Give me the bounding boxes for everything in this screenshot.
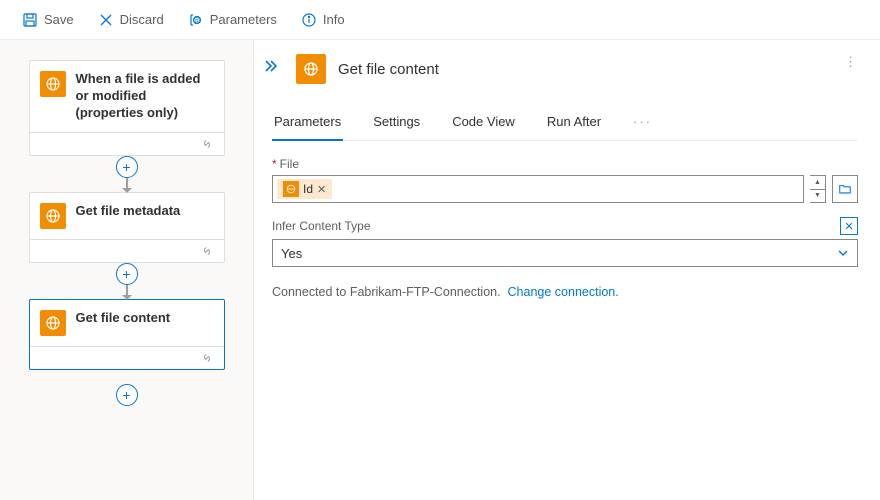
select-value: Yes xyxy=(281,246,302,261)
tab-more-button[interactable]: ··· xyxy=(631,108,654,140)
tab-settings[interactable]: Settings xyxy=(371,108,422,140)
discard-button[interactable]: Discard xyxy=(88,6,174,34)
infer-label: Infer Content Type ✕ xyxy=(272,217,858,235)
action-card-content[interactable]: Get file content xyxy=(29,299,225,370)
action-title: Get file content xyxy=(76,310,214,327)
action-title: Get file metadata xyxy=(76,203,214,220)
info-label: Info xyxy=(323,12,345,27)
workflow-canvas: When a file is added or modified (proper… xyxy=(0,40,254,500)
svg-text:@: @ xyxy=(193,18,200,25)
save-label: Save xyxy=(44,12,74,27)
parameters-label: Parameters xyxy=(210,12,277,27)
link-icon xyxy=(200,351,214,365)
file-label: *File xyxy=(272,157,858,171)
token-label: Id xyxy=(303,182,313,196)
step-up-icon[interactable]: ▲ xyxy=(810,176,825,190)
toolbar: Save Discard @ Parameters Info xyxy=(0,0,880,40)
add-step-button[interactable]: + xyxy=(116,156,138,178)
panel-more-button[interactable]: ⋮ xyxy=(844,54,858,70)
remove-token-button[interactable]: ✕ xyxy=(317,183,326,196)
ftp-icon xyxy=(40,71,66,97)
arrow-icon xyxy=(126,285,128,299)
details-panel: Get file content ⋮ Parameters Settings C… xyxy=(254,40,880,500)
close-icon xyxy=(98,12,114,28)
file-token[interactable]: Id ✕ xyxy=(277,179,332,199)
link-icon xyxy=(200,244,214,258)
save-icon xyxy=(22,12,38,28)
clear-field-button[interactable]: ✕ xyxy=(840,217,858,235)
ftp-icon xyxy=(283,181,299,197)
chevron-down-icon xyxy=(837,247,849,259)
connection-info: Connected to Fabrikam-FTP-Connection. Ch… xyxy=(272,285,858,299)
parameters-icon: @ xyxy=(188,12,204,28)
save-button[interactable]: Save xyxy=(12,6,84,34)
infer-content-type-select[interactable]: Yes xyxy=(272,239,858,267)
add-step-button[interactable]: + xyxy=(116,263,138,285)
tab-run-after[interactable]: Run After xyxy=(545,108,603,140)
link-icon xyxy=(200,137,214,151)
browse-folder-button[interactable] xyxy=(832,175,858,203)
trigger-title: When a file is added or modified (proper… xyxy=(76,71,214,122)
ftp-icon xyxy=(40,310,66,336)
parameters-button[interactable]: @ Parameters xyxy=(178,6,287,34)
main-area: When a file is added or modified (proper… xyxy=(0,40,880,500)
file-input[interactable]: Id ✕ xyxy=(272,175,804,203)
panel-title: Get file content xyxy=(338,61,439,78)
change-connection-link[interactable]: Change connection. xyxy=(508,285,619,299)
info-button[interactable]: Info xyxy=(291,6,355,34)
discard-label: Discard xyxy=(120,12,164,27)
info-icon xyxy=(301,12,317,28)
arrow-icon xyxy=(126,178,128,192)
tab-bar: Parameters Settings Code View Run After … xyxy=(272,108,858,141)
ftp-icon xyxy=(40,203,66,229)
action-card-metadata[interactable]: Get file metadata xyxy=(29,192,225,263)
folder-icon xyxy=(838,182,852,196)
ftp-icon xyxy=(296,54,326,84)
tab-code-view[interactable]: Code View xyxy=(450,108,517,140)
step-down-icon[interactable]: ▼ xyxy=(810,190,825,203)
trigger-card[interactable]: When a file is added or modified (proper… xyxy=(29,60,225,156)
tab-parameters[interactable]: Parameters xyxy=(272,108,343,141)
stepper[interactable]: ▲▼ xyxy=(810,175,826,203)
parameters-form: *File Id ✕ ▲▼ Infer Content Type ✕ xyxy=(272,157,858,267)
add-step-button[interactable]: + xyxy=(116,384,138,406)
